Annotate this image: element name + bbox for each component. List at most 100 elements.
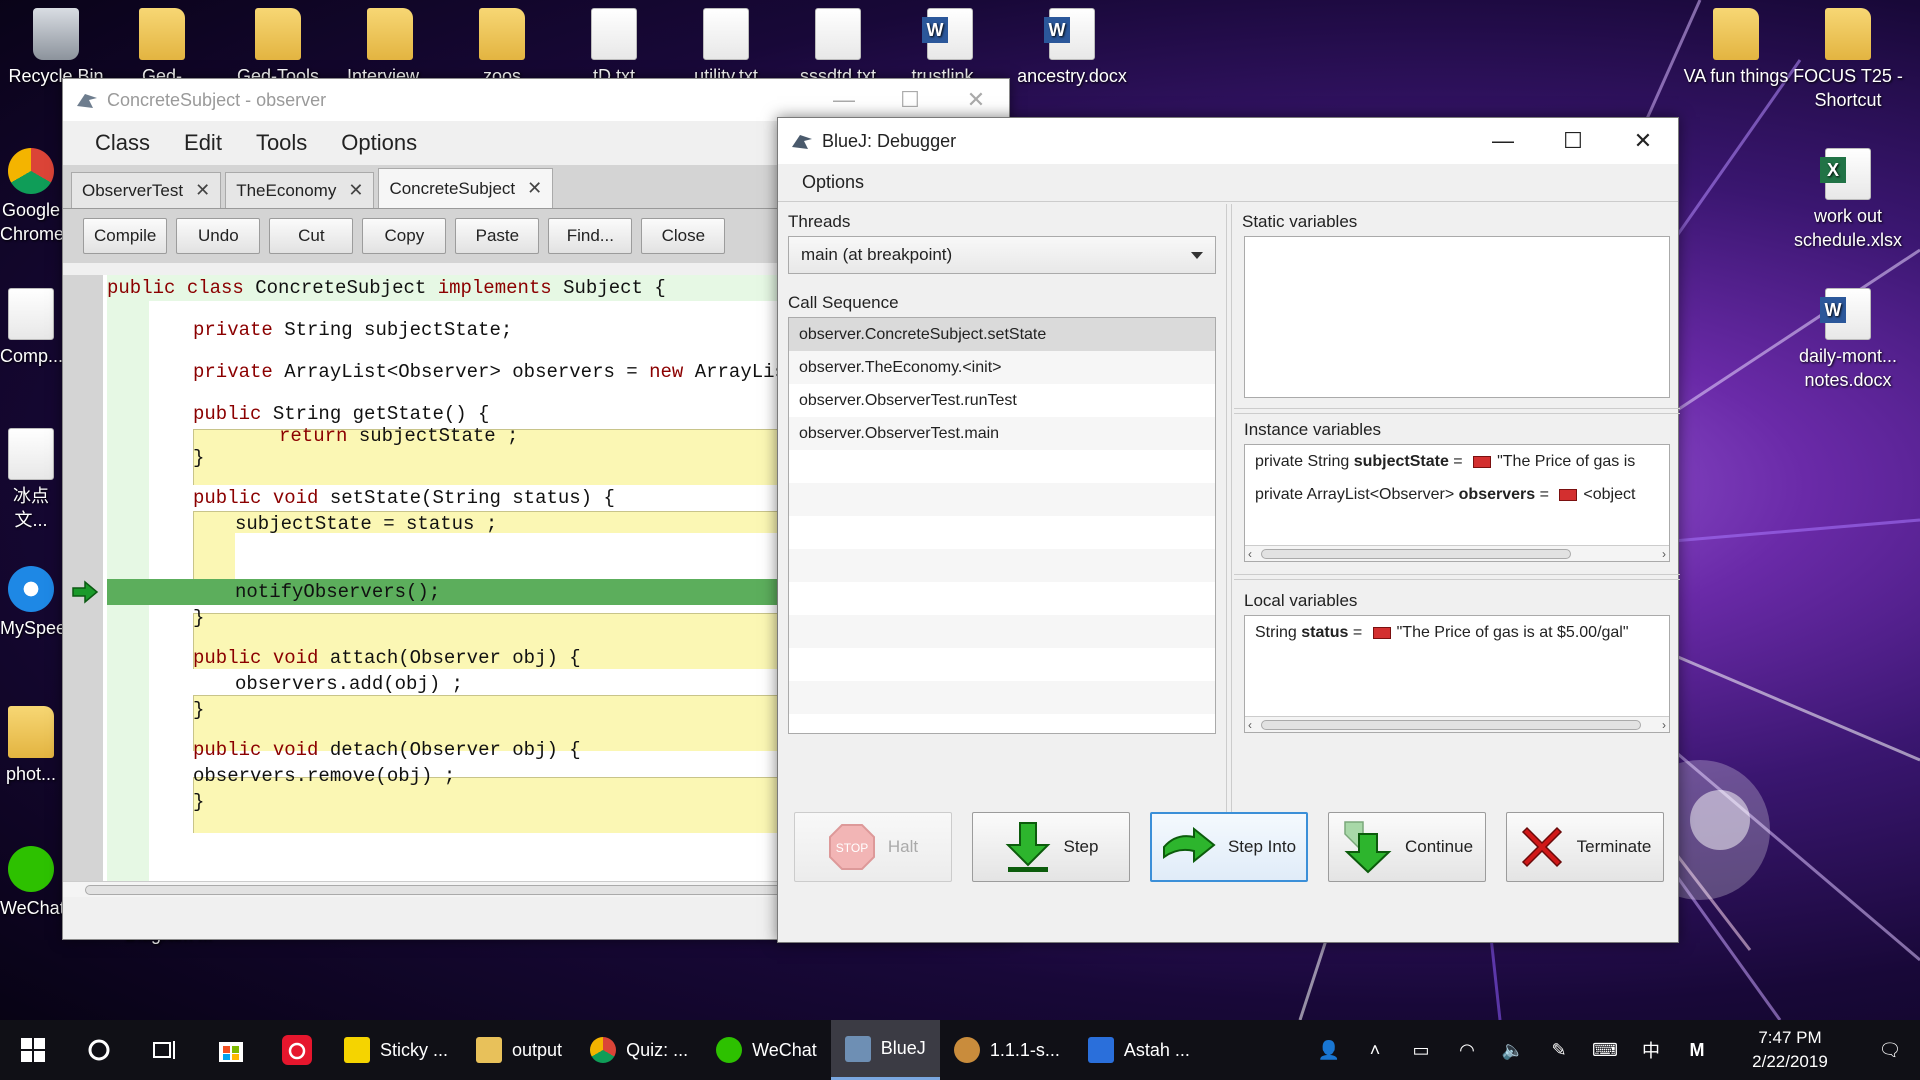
desktop-icon-google-chrome[interactable]: Google Chrome (0, 148, 62, 246)
close-tab-icon[interactable]: ✕ (348, 180, 363, 201)
panel-splitter[interactable] (1234, 574, 1680, 580)
debugger-title-bar[interactable]: BlueJ: Debugger — ☐ ✕ (778, 118, 1678, 164)
breakpoint-gutter[interactable] (63, 275, 103, 881)
thread-select[interactable]: main (at breakpoint) (788, 236, 1216, 274)
desktop-icon-ged-tools[interactable]: Ged-Tools (228, 8, 328, 88)
microsoft-store-button[interactable] (198, 1020, 264, 1080)
close-tab-icon[interactable]: ✕ (195, 180, 210, 201)
continue-button[interactable]: Continue (1328, 812, 1486, 882)
chevron-up-icon[interactable]: ˄ (1352, 1040, 1398, 1061)
panel-splitter[interactable] (1234, 408, 1680, 414)
copy-button[interactable]: Copy (362, 218, 447, 254)
maximize-icon[interactable]: ☐ (877, 87, 943, 113)
desktop-icon-interview[interactable]: Interview... (340, 8, 440, 88)
close-icon[interactable]: ✕ (943, 87, 1009, 113)
tab-theeconomy[interactable]: TheEconomy ✕ (225, 172, 375, 208)
taskbar-app-paint[interactable]: 1.1.1-s... (940, 1020, 1074, 1080)
battery-icon[interactable]: ▭ (1398, 1040, 1444, 1061)
word-doc-icon (922, 8, 973, 60)
bluej-bird-icon (77, 94, 97, 108)
wifi-icon[interactable]: ◠ (1444, 1040, 1490, 1061)
desktop-icon-focus-t25[interactable]: FOCUS T25 - Shortcut (1792, 8, 1904, 112)
call-sequence-item[interactable]: observer.ObserverTest.main (789, 417, 1215, 450)
taskbar-app-astah[interactable]: Astah ... (1074, 1020, 1204, 1080)
ime-mode[interactable]: M (1674, 1040, 1720, 1061)
desktop-icon-recycle-bin[interactable]: Recycle Bin (6, 8, 106, 88)
cut-button[interactable]: Cut (269, 218, 354, 254)
wechat-icon (8, 846, 54, 892)
svg-text:STOP: STOP (836, 841, 868, 855)
taskbar-app-quiz[interactable]: Quiz: ... (576, 1020, 702, 1080)
instance-variable-row[interactable]: private String subjectState = "The Price… (1245, 445, 1669, 478)
desktop-icon-photos[interactable]: phot... (0, 706, 62, 786)
volume-icon[interactable]: 🔈 (1490, 1040, 1536, 1061)
pen-icon[interactable]: ✎ (1536, 1040, 1582, 1061)
menu-options[interactable]: Options (802, 172, 864, 193)
bluej-bird-icon (792, 135, 812, 149)
menu-options[interactable]: Options (341, 130, 417, 156)
keyboard-icon[interactable]: ⌨ (1582, 1040, 1628, 1061)
desktop-icon-ancestry[interactable]: ancestry.docx (1012, 8, 1132, 88)
terminate-button[interactable]: Terminate (1506, 812, 1664, 882)
taskbar-app-bluej[interactable]: BlueJ (830, 1020, 940, 1080)
desktop-icon-myspeed[interactable]: MySpeed (0, 566, 62, 640)
desktop-icon-bingdian[interactable]: 冰点文... (0, 428, 62, 532)
people-icon[interactable]: 👤 (1306, 1040, 1352, 1061)
tab-concretesubject[interactable]: ConcreteSubject ✕ (378, 168, 554, 208)
find-button[interactable]: Find... (548, 218, 633, 254)
local-variable-row[interactable]: String status = "The Price of gas is at … (1245, 616, 1669, 649)
minimize-icon[interactable]: — (811, 87, 877, 113)
start-button[interactable] (0, 1020, 66, 1080)
taskbar-app-wechat[interactable]: WeChat (702, 1020, 831, 1080)
undo-button[interactable]: Undo (176, 218, 261, 254)
code-line: public void detach(Observer obj) { (193, 739, 581, 761)
close-button[interactable]: Close (641, 218, 726, 254)
task-view-button[interactable] (132, 1020, 198, 1080)
folder-icon (367, 8, 413, 60)
tab-observertest[interactable]: ObserverTest ✕ (71, 172, 222, 208)
desktop-icon-zoos[interactable]: zoos (452, 8, 552, 88)
close-tab-icon[interactable]: ✕ (527, 178, 542, 199)
halt-button[interactable]: STOP Halt (794, 812, 952, 882)
chrome-icon (8, 148, 54, 194)
editor-title-bar[interactable]: ConcreteSubject - observer — ☐ ✕ (63, 79, 1009, 121)
cortana-button[interactable] (66, 1020, 132, 1080)
desktop-icon-daily-notes[interactable]: daily-mont... notes.docx (1792, 288, 1904, 392)
system-tray: 👤 ˄ ▭ ◠ 🔈 ✎ ⌨ 中 M 7:47 PM 2/22/2019 🗨 (1306, 1020, 1920, 1080)
instance-variable-row[interactable]: private ArrayList<Observer> observers = … (1245, 478, 1669, 511)
task-view-icon (153, 1041, 175, 1059)
desktop-icon-va-fun-things[interactable]: VA fun things (1680, 8, 1792, 88)
call-sequence-item[interactable]: observer.ObserverTest.runTest (789, 384, 1215, 417)
weibo-button[interactable] (264, 1020, 330, 1080)
call-sequence-item[interactable]: observer.TheEconomy.<init> (789, 351, 1215, 384)
panel-splitter[interactable] (1226, 204, 1232, 864)
step-into-button[interactable]: Step Into (1150, 812, 1308, 882)
ime-language[interactable]: 中 (1628, 1037, 1674, 1063)
local-horizontal-scrollbar[interactable]: ‹ › (1245, 716, 1669, 732)
desktop-icon-td-txt[interactable]: tD.txt (564, 8, 664, 88)
desktop-icon-utility-txt[interactable]: utility.txt (676, 8, 776, 88)
notification-center-icon[interactable]: 🗨 (1860, 1040, 1920, 1061)
call-sequence-item[interactable]: observer.ConcreteSubject.setState (789, 318, 1215, 351)
step-button[interactable]: Step (972, 812, 1130, 882)
code-line: } (193, 607, 205, 629)
terminate-x-icon (1521, 826, 1562, 868)
taskbar-app-output[interactable]: output (462, 1020, 576, 1080)
desktop-icon-trustlink[interactable]: trustlink... (900, 8, 1000, 88)
instance-horizontal-scrollbar[interactable]: ‹ › (1245, 545, 1669, 561)
maximize-icon[interactable]: ☐ (1538, 128, 1608, 154)
desktop-icon-computer[interactable]: Comp... (0, 288, 62, 368)
close-icon[interactable]: ✕ (1608, 128, 1678, 154)
menu-tools[interactable]: Tools (256, 130, 307, 156)
desktop-icon-sssdtd-txt[interactable]: sssdtd.txt (788, 8, 888, 88)
minimize-icon[interactable]: — (1468, 128, 1538, 154)
paste-button[interactable]: Paste (455, 218, 540, 254)
compile-button[interactable]: Compile (83, 218, 168, 254)
code-line: private String subjectState; (193, 319, 513, 341)
clock[interactable]: 7:47 PM 2/22/2019 (1720, 1026, 1860, 1074)
menu-edit[interactable]: Edit (184, 130, 222, 156)
desktop-icon-wechat[interactable]: WeChat (0, 846, 62, 920)
taskbar-app-sticky[interactable]: Sticky ... (330, 1020, 462, 1080)
menu-class[interactable]: Class (95, 130, 150, 156)
desktop-icon-workout-schedule[interactable]: work out schedule.xlsx (1792, 148, 1904, 252)
